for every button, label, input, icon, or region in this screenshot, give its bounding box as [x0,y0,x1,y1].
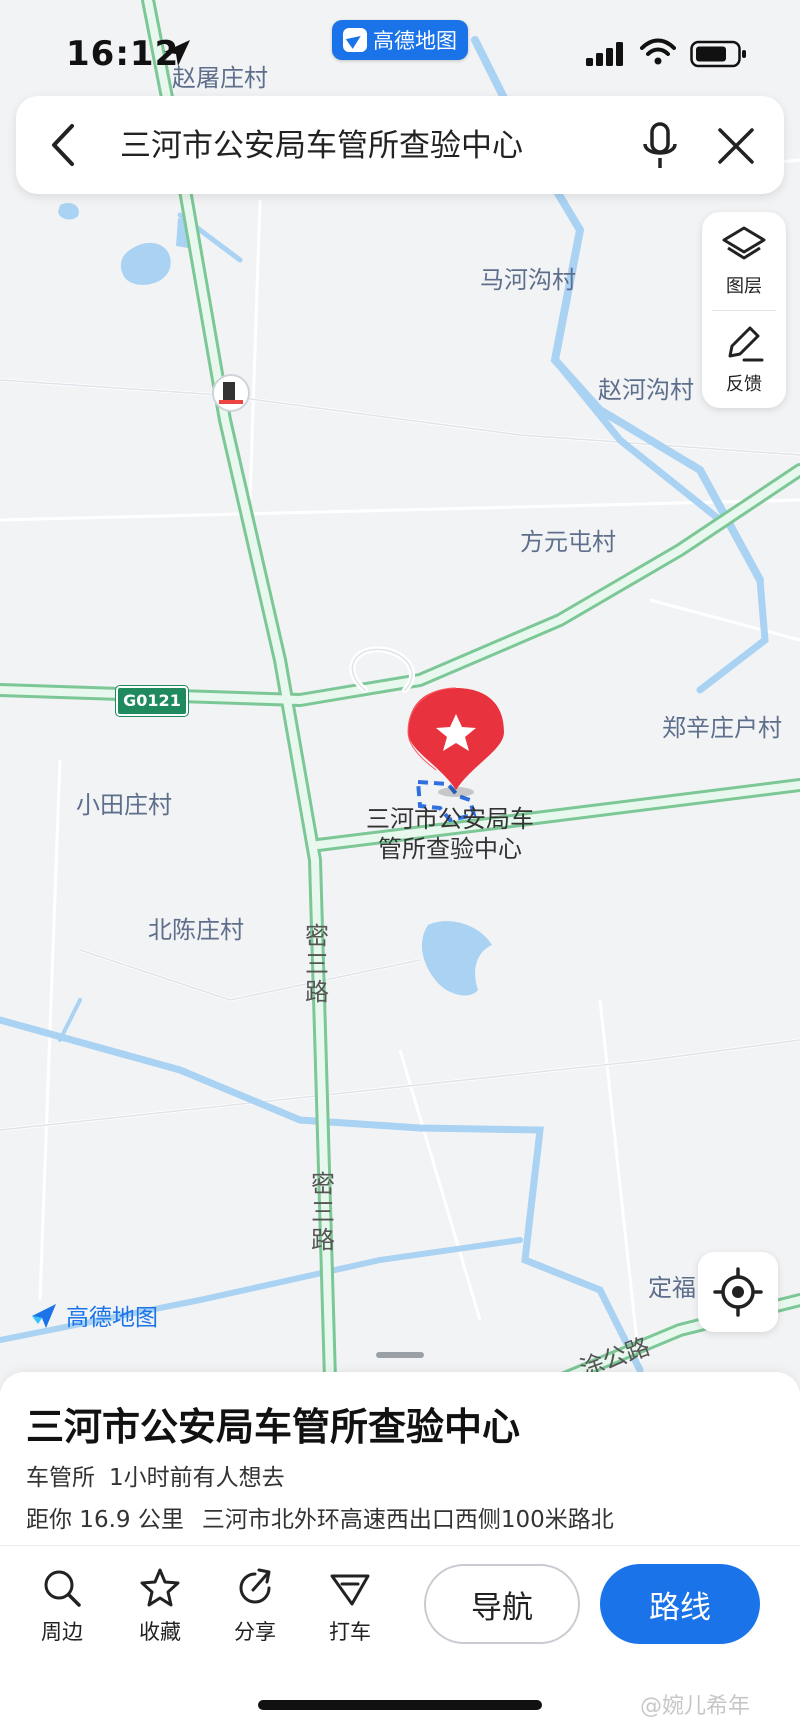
place-distance: 距你 16.9 公里 [26,1507,184,1533]
village-label: 马河沟村 [480,266,576,294]
feedback-icon [728,326,764,362]
share-button[interactable]: 分享 [215,1566,295,1646]
poi-label[interactable]: 三河市公安局车 管所查验中心 [366,804,534,864]
share-icon [239,1568,271,1604]
app-badge-label: 高德地图 [373,29,457,53]
home-indicator[interactable] [258,1700,542,1710]
close-icon[interactable] [712,122,760,170]
place-category: 车管所 [26,1465,95,1491]
amap-logo-icon [343,28,367,52]
watermark: @婉儿希年 [640,1694,751,1719]
place-title: 三河市公安局车管所查验中心 [26,1405,521,1449]
taxi-icon [330,1574,370,1606]
amap-logo-icon [32,1304,56,1328]
village-label: 方元屯村 [520,528,616,556]
wifi-icon [640,38,676,65]
favorite-label: 收藏 [139,1620,181,1644]
layers-label: 图层 [726,276,762,297]
road-label: 密三路 [305,922,329,1006]
navigate-button[interactable]: 导航 [424,1564,580,1644]
place-popularity: 1小时前有人想去 [109,1465,285,1491]
place-meta: 车管所 1小时前有人想去 [26,1458,299,1492]
share-label: 分享 [234,1620,276,1644]
place-address: 三河市北外环高速西出口西侧100米路北 [201,1507,614,1533]
sheet-drag-handle[interactable] [376,1352,424,1358]
highway-shield: G0121 [115,685,189,717]
locate-me-button[interactable] [698,1252,778,1332]
taxi-label: 打车 [329,1620,371,1644]
star-icon [140,1568,180,1607]
layers-icon [722,226,766,260]
layers-button[interactable]: 图层 [702,224,786,298]
poi-label-line2: 管所查验中心 [378,835,522,863]
search-icon [44,1570,81,1607]
place-address-row: 距你 16.9 公里 三河市北外环高速西出口西侧100米路北 [26,1500,632,1534]
taxi-button[interactable]: 打车 [310,1566,390,1646]
nearby-button[interactable]: 周边 [22,1566,102,1646]
location-arrow-icon [164,40,190,66]
back-arrow-icon[interactable] [44,118,84,172]
sheet-divider [0,1545,800,1546]
microphone-icon[interactable] [640,120,680,174]
village-label: 赵河沟村 [598,376,694,404]
battery-icon [690,40,746,68]
village-label: 郑辛庄户村 [662,714,782,742]
feedback-label: 反馈 [726,374,762,395]
cellular-signal-icon [586,42,623,66]
route-button[interactable]: 路线 [600,1564,760,1644]
brand-label: 高德地图 [66,1305,158,1331]
app-badge[interactable]: 高德地图 [332,20,468,60]
crosshair-icon [713,1267,763,1317]
tools-divider [712,310,776,311]
gas-station-icon[interactable] [212,374,250,412]
feedback-button[interactable]: 反馈 [702,322,786,396]
poi-label-line1: 三河市公安局车 [366,805,534,833]
village-label: 定福 [648,1274,696,1302]
village-label: 小田庄村 [76,791,172,819]
amap-brand: 高德地图 [28,1298,158,1332]
nearby-label: 周边 [41,1620,83,1644]
favorite-button[interactable]: 收藏 [120,1566,200,1646]
road-label: 密三路 [311,1170,335,1254]
search-input[interactable]: 三河市公安局车管所查验中心 [120,120,523,172]
village-label: 北陈庄村 [148,916,244,944]
